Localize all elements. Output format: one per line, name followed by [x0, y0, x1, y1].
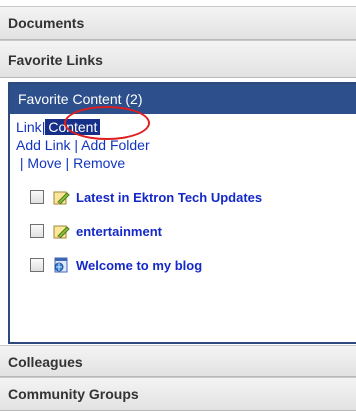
- item-checkbox[interactable]: [30, 190, 44, 204]
- list-item: entertainment: [10, 214, 356, 248]
- add-link-button[interactable]: Add Link: [16, 137, 70, 153]
- accordion-favorite-links-label: Favorite Links: [8, 52, 103, 68]
- move-row: | Move | Remove: [16, 154, 356, 172]
- web-page-icon: [52, 256, 70, 274]
- accordion-documents[interactable]: Documents: [0, 6, 356, 40]
- item-checkbox[interactable]: [30, 258, 44, 272]
- move-button[interactable]: Move: [27, 155, 61, 171]
- tab-link[interactable]: Link: [16, 119, 42, 135]
- item-label[interactable]: entertainment: [76, 224, 162, 239]
- tab-content[interactable]: Content: [45, 119, 101, 135]
- remove-button[interactable]: Remove: [73, 155, 125, 171]
- separator: |: [65, 155, 70, 171]
- accordion-documents-label: Documents: [8, 15, 85, 31]
- list-item: Latest in Ektron Tech Updates: [10, 180, 356, 214]
- favorite-content-panel: Favorite Content (2) Link| Content Add Li…: [8, 82, 356, 344]
- tab-row: Link| Content: [16, 118, 356, 136]
- add-folder-button[interactable]: Add Folder: [81, 137, 149, 153]
- accordion-favorite-links[interactable]: Favorite Links: [0, 40, 356, 78]
- item-label[interactable]: Welcome to my blog: [76, 258, 202, 273]
- panel-links: Link| Content Add Link | Add Folder | Mov…: [10, 114, 356, 172]
- separator: |: [19, 155, 24, 171]
- accordion-colleagues-label: Colleagues: [8, 354, 83, 370]
- item-checkbox[interactable]: [30, 224, 44, 238]
- item-label[interactable]: Latest in Ektron Tech Updates: [76, 190, 262, 205]
- accordion-colleagues[interactable]: Colleagues: [0, 345, 356, 377]
- edit-pencil-icon: [52, 188, 70, 206]
- accordion-community-groups[interactable]: Community Groups: [0, 377, 356, 411]
- add-row: Add Link | Add Folder: [16, 136, 356, 154]
- favorite-list: Latest in Ektron Tech Updates entertainm…: [10, 180, 356, 282]
- accordion-community-groups-label: Community Groups: [8, 386, 139, 402]
- edit-pencil-icon: [52, 222, 70, 240]
- list-item: Welcome to my blog: [10, 248, 356, 282]
- separator: |: [74, 137, 79, 153]
- panel-title: Favorite Content (2): [10, 84, 356, 114]
